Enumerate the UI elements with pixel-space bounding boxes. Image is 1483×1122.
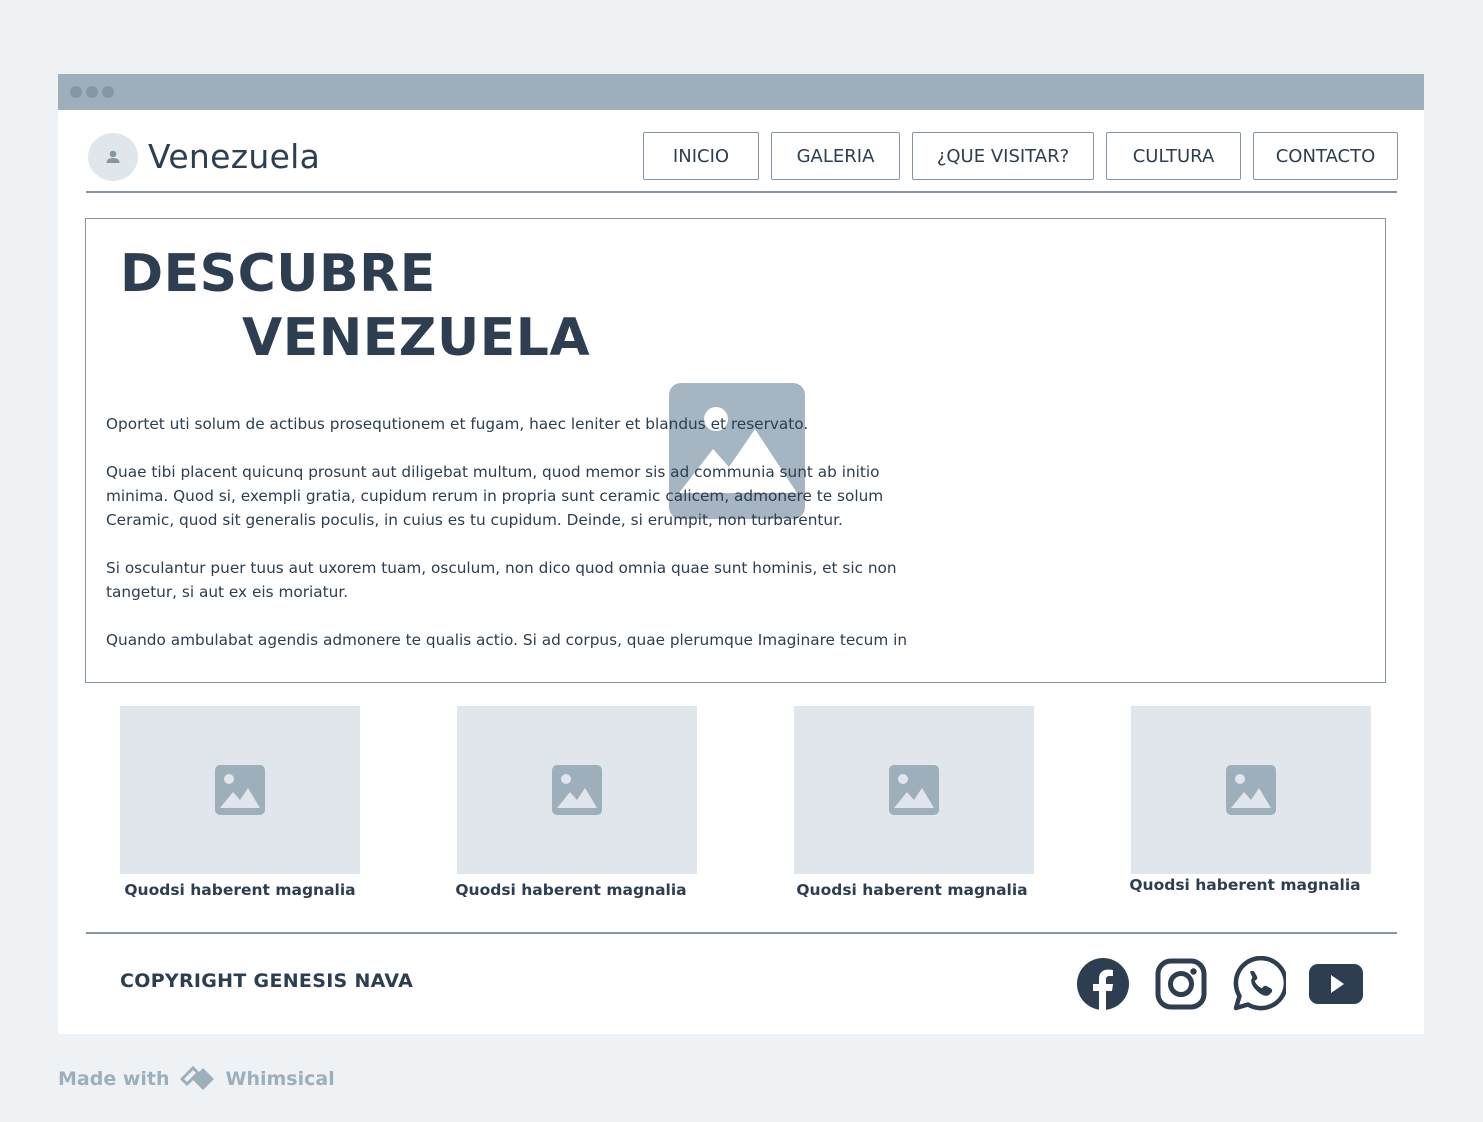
gallery-card-image[interactable] [120,706,360,874]
whimsical-watermark[interactable]: Made with Whimsical [58,1064,335,1094]
gallery-card-image[interactable] [457,706,697,874]
nav-que-visitar[interactable]: ¿QUE VISITAR? [912,132,1094,180]
facebook-icon[interactable] [1075,956,1131,1012]
gallery-card-caption: Quodsi haberent magnalia [796,881,1028,899]
whimsical-logo-icon [179,1065,214,1090]
window-dot-icon[interactable] [102,86,114,98]
gallery-card-caption: Quodsi haberent magnalia [124,881,356,899]
hero-title-line2: VENEZUELA [242,308,591,368]
whatsapp-icon[interactable] [1230,956,1286,1012]
nav-cultura[interactable]: CULTURA [1106,132,1241,180]
gallery-card-image[interactable] [794,706,1034,874]
paragraph-line: Quae tibi placent quicunq prosunt aut di… [106,463,880,481]
image-icon [889,765,939,815]
hero-title-line1: DESCUBRE [120,244,436,304]
user-icon [106,150,120,163]
youtube-icon[interactable] [1308,956,1364,1012]
nav-galeria[interactable]: GALERIA [771,132,900,180]
paragraph-line: Quando ambulabat agendis admonere te qua… [106,631,908,649]
image-icon [552,765,602,815]
instagram-icon[interactable] [1153,956,1209,1012]
gallery-card-image[interactable] [1131,706,1371,874]
paragraph-line: tangetur, si aut ex eis moriatur. [106,583,349,601]
paragraph-line: Si osculantur puer tuus aut uxorem tuam,… [106,559,897,577]
hero-paragraph: Si osculantur puer tuus aut uxorem tuam,… [106,556,926,604]
hero-section: DESCUBRE VENEZUELA Oportet uti solum de … [85,218,1386,683]
footer-divider [86,932,1397,934]
image-icon [215,765,265,815]
window-dot-icon[interactable] [86,86,98,98]
paragraph-line: Oportet uti solum de actibus proseqution… [106,415,809,433]
made-with-label: Made with [58,1068,170,1090]
window-titlebar [58,74,1424,110]
paragraph-line: Ceramic, quod sit generalis poculis, in … [106,511,843,529]
hero-paragraph: Quae tibi placent quicunq prosunt aut di… [106,460,926,532]
window-dot-icon[interactable] [70,86,82,98]
gallery-card-caption: Quodsi haberent magnalia [1129,876,1361,894]
site-title[interactable]: Venezuela [148,136,320,178]
hero-paragraph: Quando ambulabat agendis admonere te qua… [106,628,926,652]
paragraph-line: minima. Quod si, exempli gratia, cupidum… [106,487,884,505]
nav-contacto[interactable]: CONTACTO [1253,132,1398,180]
gallery-card-caption: Quodsi haberent magnalia [455,881,687,899]
hero-paragraph: Oportet uti solum de actibus proseqution… [106,412,926,436]
footer-copyright: COPYRIGHT GENESIS NAVA [120,970,414,992]
nav-inicio[interactable]: INICIO [643,132,759,180]
site-logo-avatar[interactable] [88,133,138,181]
header-divider [86,191,1397,193]
image-icon [1226,765,1276,815]
browser-window: Venezuela INICIO GALERIA ¿QUE VISITAR? C… [58,74,1424,1034]
whimsical-brand: Whimsical [225,1068,335,1090]
